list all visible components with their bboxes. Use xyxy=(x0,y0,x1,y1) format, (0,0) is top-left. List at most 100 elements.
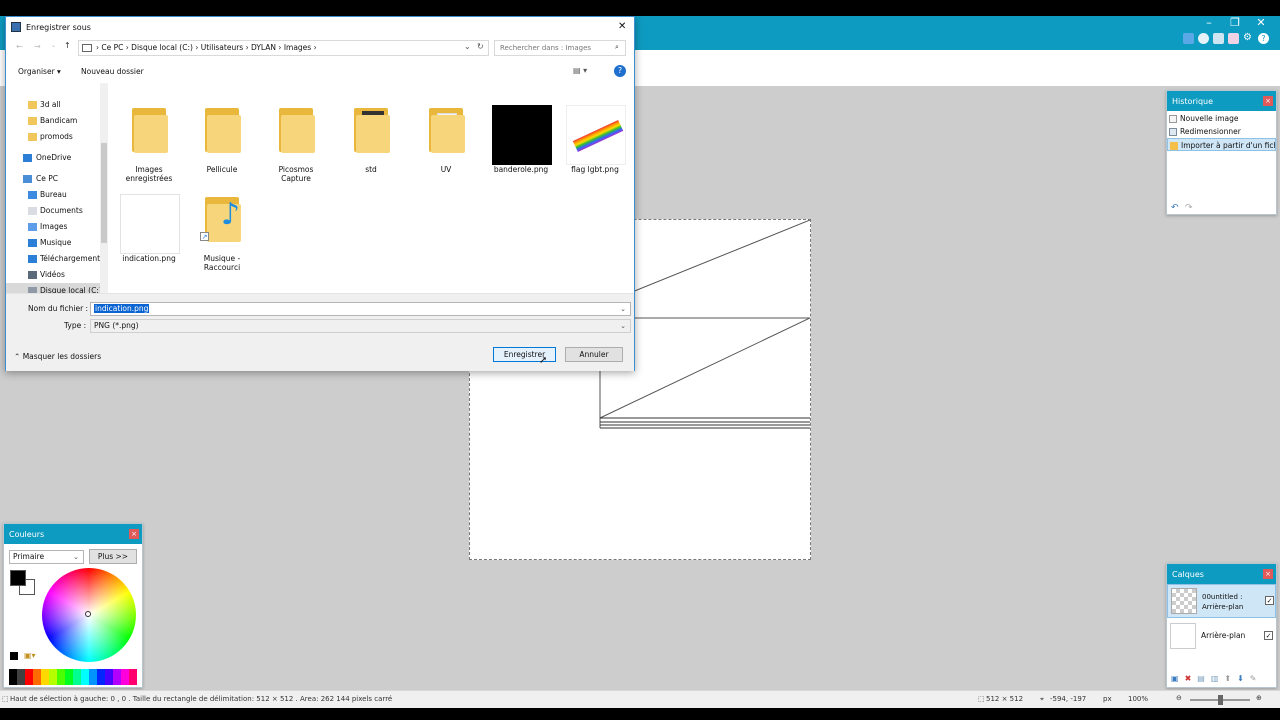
redo-icon[interactable]: ↷ xyxy=(1185,203,1193,213)
file-item[interactable]: Images enregistrées xyxy=(114,103,184,185)
nav-item[interactable]: Bandicam xyxy=(6,113,108,129)
cloud-icon xyxy=(23,154,32,162)
tools-icon[interactable] xyxy=(1183,33,1194,44)
nav-item-label: Bureau xyxy=(40,190,67,199)
merge-layer-down-icon[interactable]: ▥ xyxy=(1211,674,1219,683)
breadcrumb-item[interactable]: Utilisateurs xyxy=(201,43,243,52)
color-picker-handle[interactable] xyxy=(85,611,91,617)
chevron-down-icon[interactable]: ⌄ xyxy=(464,42,471,51)
hide-folders-label: Masquer les dossiers xyxy=(22,352,102,361)
zoom-in-icon[interactable]: ⊕ xyxy=(1256,694,1262,702)
colors-panel-title: Couleurs xyxy=(9,530,45,539)
color-palette[interactable] xyxy=(9,669,137,685)
history-item-selected[interactable]: Importer à partir d'un fichier xyxy=(1167,138,1276,151)
nav-item[interactable]: Documents xyxy=(6,203,108,219)
nav-item[interactable]: Téléchargement xyxy=(6,251,108,267)
undo-icon[interactable]: ↶ xyxy=(1171,203,1179,213)
restore-button[interactable]: ❐ xyxy=(1222,16,1248,29)
nav-item[interactable]: promods xyxy=(6,129,108,145)
folder-icon xyxy=(28,101,37,109)
colors-icon[interactable] xyxy=(1228,33,1239,44)
nav-scrollbar[interactable] xyxy=(100,83,108,293)
minimize-button[interactable]: – xyxy=(1196,16,1222,29)
recent-dropdown-icon[interactable]: ⌄ xyxy=(51,42,56,49)
nav-item[interactable]: OneDrive xyxy=(6,150,108,166)
units-select[interactable]: px xyxy=(1103,695,1112,703)
breadcrumb-item[interactable]: Images xyxy=(284,43,311,52)
nav-item[interactable]: Vidéos xyxy=(6,267,108,283)
file-label: indication.png xyxy=(122,254,176,263)
zoom-value[interactable]: 100% xyxy=(1128,695,1148,703)
file-label: banderole.png xyxy=(493,165,549,174)
layer-visibility-checkbox[interactable]: ✓ xyxy=(1264,631,1273,640)
layer-row[interactable]: 00untitled : Arrière-plan ✓ xyxy=(1167,584,1276,618)
help-icon[interactable]: ? xyxy=(1258,33,1269,44)
layers-panel-title: Calques xyxy=(1172,570,1204,579)
forward-arrow-icon[interactable]: → xyxy=(34,42,41,51)
layers-icon[interactable] xyxy=(1213,33,1224,44)
refresh-icon[interactable]: ↻ xyxy=(477,42,484,51)
file-item[interactable]: flag lgbt.png xyxy=(560,103,630,185)
nav-item[interactable]: Disque local (C:) xyxy=(6,283,108,293)
layer-row[interactable]: Arrière-plan ✓ xyxy=(1167,618,1276,654)
palette-menu-icon[interactable]: ▣▾ xyxy=(24,651,36,660)
filename-input[interactable]: indication.png ⌄ xyxy=(90,302,631,316)
nav-item[interactable]: Bureau xyxy=(6,187,108,203)
color-wheel[interactable] xyxy=(42,568,136,662)
history-close-button[interactable]: × xyxy=(1263,96,1273,106)
history-item[interactable]: Redimensionner xyxy=(1167,125,1276,138)
nav-item[interactable]: Images xyxy=(6,219,108,235)
cancel-button[interactable]: Annuler xyxy=(565,347,623,362)
file-item[interactable]: banderole.png xyxy=(486,103,556,185)
back-arrow-icon[interactable]: ← xyxy=(16,42,23,51)
type-select[interactable]: PNG (*.png) ⌄ xyxy=(90,319,631,333)
search-input[interactable]: Rechercher dans : Images ⌕ xyxy=(494,40,626,56)
move-layer-down-icon[interactable]: ⬇ xyxy=(1237,674,1244,683)
colors-close-button[interactable]: × xyxy=(129,529,139,539)
help-icon[interactable]: ? xyxy=(614,65,626,77)
nav-item[interactable]: Ce PC xyxy=(6,171,108,187)
palette-black-swatch[interactable] xyxy=(10,652,18,660)
layer-visibility-checkbox[interactable]: ✓ xyxy=(1265,596,1274,605)
new-folder-button[interactable]: Nouveau dossier xyxy=(81,67,144,76)
close-button[interactable]: ✕ xyxy=(1248,16,1274,29)
file-item[interactable]: Picosmos Capture xyxy=(261,103,331,185)
delete-layer-icon[interactable]: ✖ xyxy=(1185,674,1192,683)
nav-item[interactable]: Musique xyxy=(6,235,108,251)
nav-item[interactable]: 3d all xyxy=(6,97,108,113)
history-icon[interactable] xyxy=(1198,33,1209,44)
history-panel-header: Historique × xyxy=(1167,91,1276,111)
breadcrumb-separator: › xyxy=(313,43,317,52)
nav-scrollbar-thumb[interactable] xyxy=(101,143,107,243)
file-item[interactable]: indication.png xyxy=(114,192,184,274)
more-colors-button[interactable]: Plus >> xyxy=(89,549,137,564)
layers-close-button[interactable]: × xyxy=(1263,569,1273,579)
move-layer-up-icon[interactable]: ⬆ xyxy=(1224,674,1231,683)
hide-folders-toggle[interactable]: ⌃ Masquer les dossiers xyxy=(14,352,101,361)
address-bar[interactable]: › Ce PC › Disque local (C:) › Utilisateu… xyxy=(78,40,489,56)
view-options-icon[interactable]: ▤ ▾ xyxy=(573,66,587,75)
file-label: flag lgbt.png xyxy=(571,165,619,174)
file-item[interactable]: ♪ ↗ Musique - Raccourci xyxy=(187,192,257,274)
breadcrumb-item[interactable]: DYLAN xyxy=(251,43,276,52)
file-item[interactable]: UV xyxy=(411,103,481,185)
zoom-slider[interactable] xyxy=(1190,695,1250,705)
history-item[interactable]: Nouvelle image xyxy=(1167,112,1276,125)
settings-icon[interactable]: ⚙ xyxy=(1243,33,1254,44)
zoom-slider-thumb[interactable] xyxy=(1218,695,1223,705)
image-thumbnail-icon xyxy=(560,103,630,165)
organize-button[interactable]: Organiser ▾ xyxy=(18,67,61,76)
add-layer-icon[interactable]: ▣ xyxy=(1171,674,1179,683)
layer-properties-icon[interactable]: ✎ xyxy=(1250,674,1257,683)
file-item[interactable]: std xyxy=(336,103,406,185)
zoom-out-icon[interactable]: ⊖ xyxy=(1176,694,1182,702)
dialog-close-button[interactable]: ✕ xyxy=(618,21,626,32)
primary-color-swatch[interactable] xyxy=(10,570,26,586)
color-mode-select[interactable]: Primaire ⌄ xyxy=(9,550,84,564)
breadcrumb-item[interactable]: Disque local (C:) xyxy=(131,43,193,52)
file-item[interactable]: Pellicule xyxy=(187,103,257,185)
layers-panel-header: Calques × xyxy=(1167,564,1276,584)
up-arrow-icon[interactable]: ↑ xyxy=(64,41,71,50)
duplicate-layer-icon[interactable]: ▤ xyxy=(1197,674,1205,683)
breadcrumb-item[interactable]: Ce PC xyxy=(101,43,123,52)
